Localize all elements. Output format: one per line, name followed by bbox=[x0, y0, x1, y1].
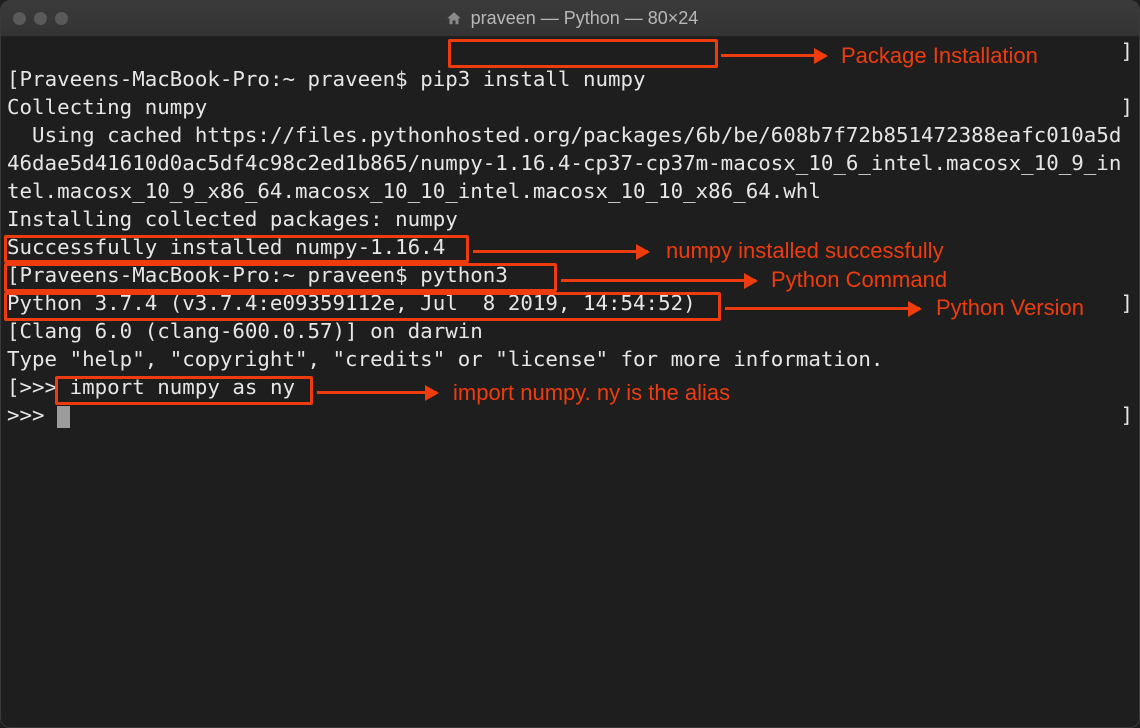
shell-prompt: Praveens-MacBook-Pro:~ praveen$ bbox=[20, 263, 421, 287]
window-title: praveen — Python — 80×24 bbox=[16, 8, 1127, 29]
terminal-window: praveen — Python — 80×24 [Praveens-MacBo… bbox=[0, 0, 1140, 728]
command-import-numpy: import numpy as ny bbox=[70, 375, 295, 399]
python-prompt: >>> bbox=[20, 375, 70, 399]
output-using-cached: Using cached https://files.pythonhosted.… bbox=[7, 123, 1121, 203]
output-installing: Installing collected packages: numpy bbox=[7, 207, 458, 231]
command-pip-install: pip3 install numpy bbox=[420, 67, 645, 91]
bracket-open: [ bbox=[7, 67, 20, 91]
title-text: praveen — Python — 80×24 bbox=[471, 8, 699, 29]
bracket-open: [ bbox=[7, 375, 20, 399]
command-python3: python3 bbox=[420, 263, 508, 287]
bracket-close: ] bbox=[1120, 401, 1133, 429]
bracket-close: ] bbox=[1120, 289, 1133, 317]
python-banner-line1: Python 3.7.4 (v3.7.4:e09359112e, Jul 8 2… bbox=[7, 291, 708, 315]
python-prompt: >>> bbox=[7, 403, 57, 427]
bracket-close: ] bbox=[1120, 37, 1133, 65]
python-banner-line2: [Clang 6.0 (clang-600.0.57)] on darwin bbox=[7, 319, 483, 343]
bracket-close: ] bbox=[1120, 93, 1133, 121]
output-collecting: Collecting numpy bbox=[7, 95, 207, 119]
output-success: Successfully installed numpy-1.16.4 bbox=[7, 235, 445, 259]
terminal-viewport[interactable]: [Praveens-MacBook-Pro:~ praveen$ pip3 in… bbox=[1, 37, 1139, 727]
titlebar: praveen — Python — 80×24 bbox=[1, 1, 1139, 37]
terminal-text[interactable]: [Praveens-MacBook-Pro:~ praveen$ pip3 in… bbox=[1, 37, 1139, 727]
home-icon bbox=[445, 10, 463, 28]
shell-prompt: Praveens-MacBook-Pro:~ praveen$ bbox=[20, 67, 421, 91]
python-banner-help: Type "help", "copyright", "credits" or "… bbox=[7, 347, 883, 371]
bracket-open: [ bbox=[7, 263, 20, 287]
cursor bbox=[57, 406, 70, 428]
